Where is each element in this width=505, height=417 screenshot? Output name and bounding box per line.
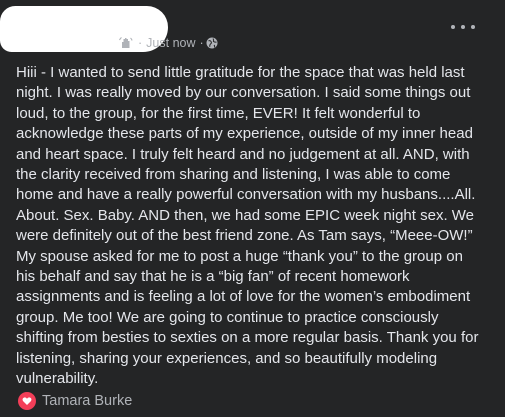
meta-separator: · [138,36,143,50]
reactions-summary[interactable]: Tamara Burke [18,392,132,410]
more-dot [471,25,475,29]
more-dot [461,25,465,29]
love-reaction-icon [18,392,36,410]
more-dot [451,25,455,29]
globe-icon[interactable] [206,37,218,49]
reactor-name[interactable]: Tamara Burke [42,393,132,409]
post-meta: · Just now · [118,35,218,51]
more-options-icon[interactable] [451,20,475,34]
post-card: · Just now · Hiii - I wanted to send lit… [0,0,505,417]
wave-icon [118,35,134,51]
meta-separator: · [199,36,204,50]
post-body-text: Hiii - I wanted to send little gratitude… [16,64,479,388]
post-timestamp[interactable]: Just now [146,36,195,50]
